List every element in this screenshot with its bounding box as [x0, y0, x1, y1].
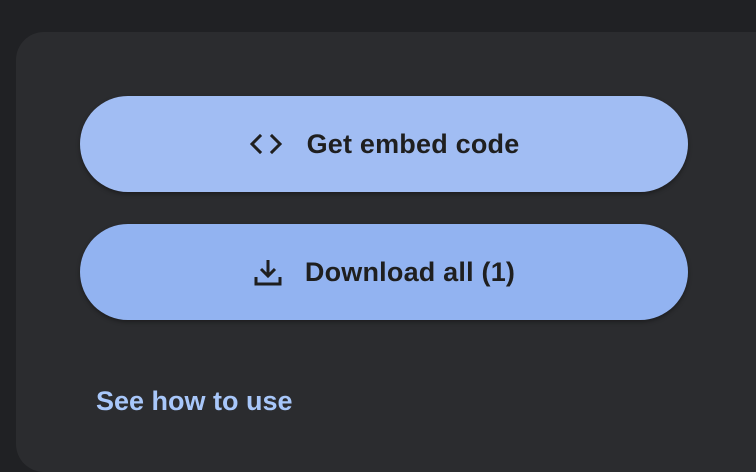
see-how-to-use-link[interactable]: See how to use [96, 386, 293, 417]
get-embed-code-label: Get embed code [306, 128, 520, 159]
code-icon [249, 133, 283, 155]
download-all-button[interactable]: Download all (1) [80, 224, 688, 320]
download-icon [253, 257, 283, 287]
get-embed-code-button[interactable]: Get embed code [80, 96, 688, 192]
download-all-label: Download all (1) [304, 256, 516, 287]
